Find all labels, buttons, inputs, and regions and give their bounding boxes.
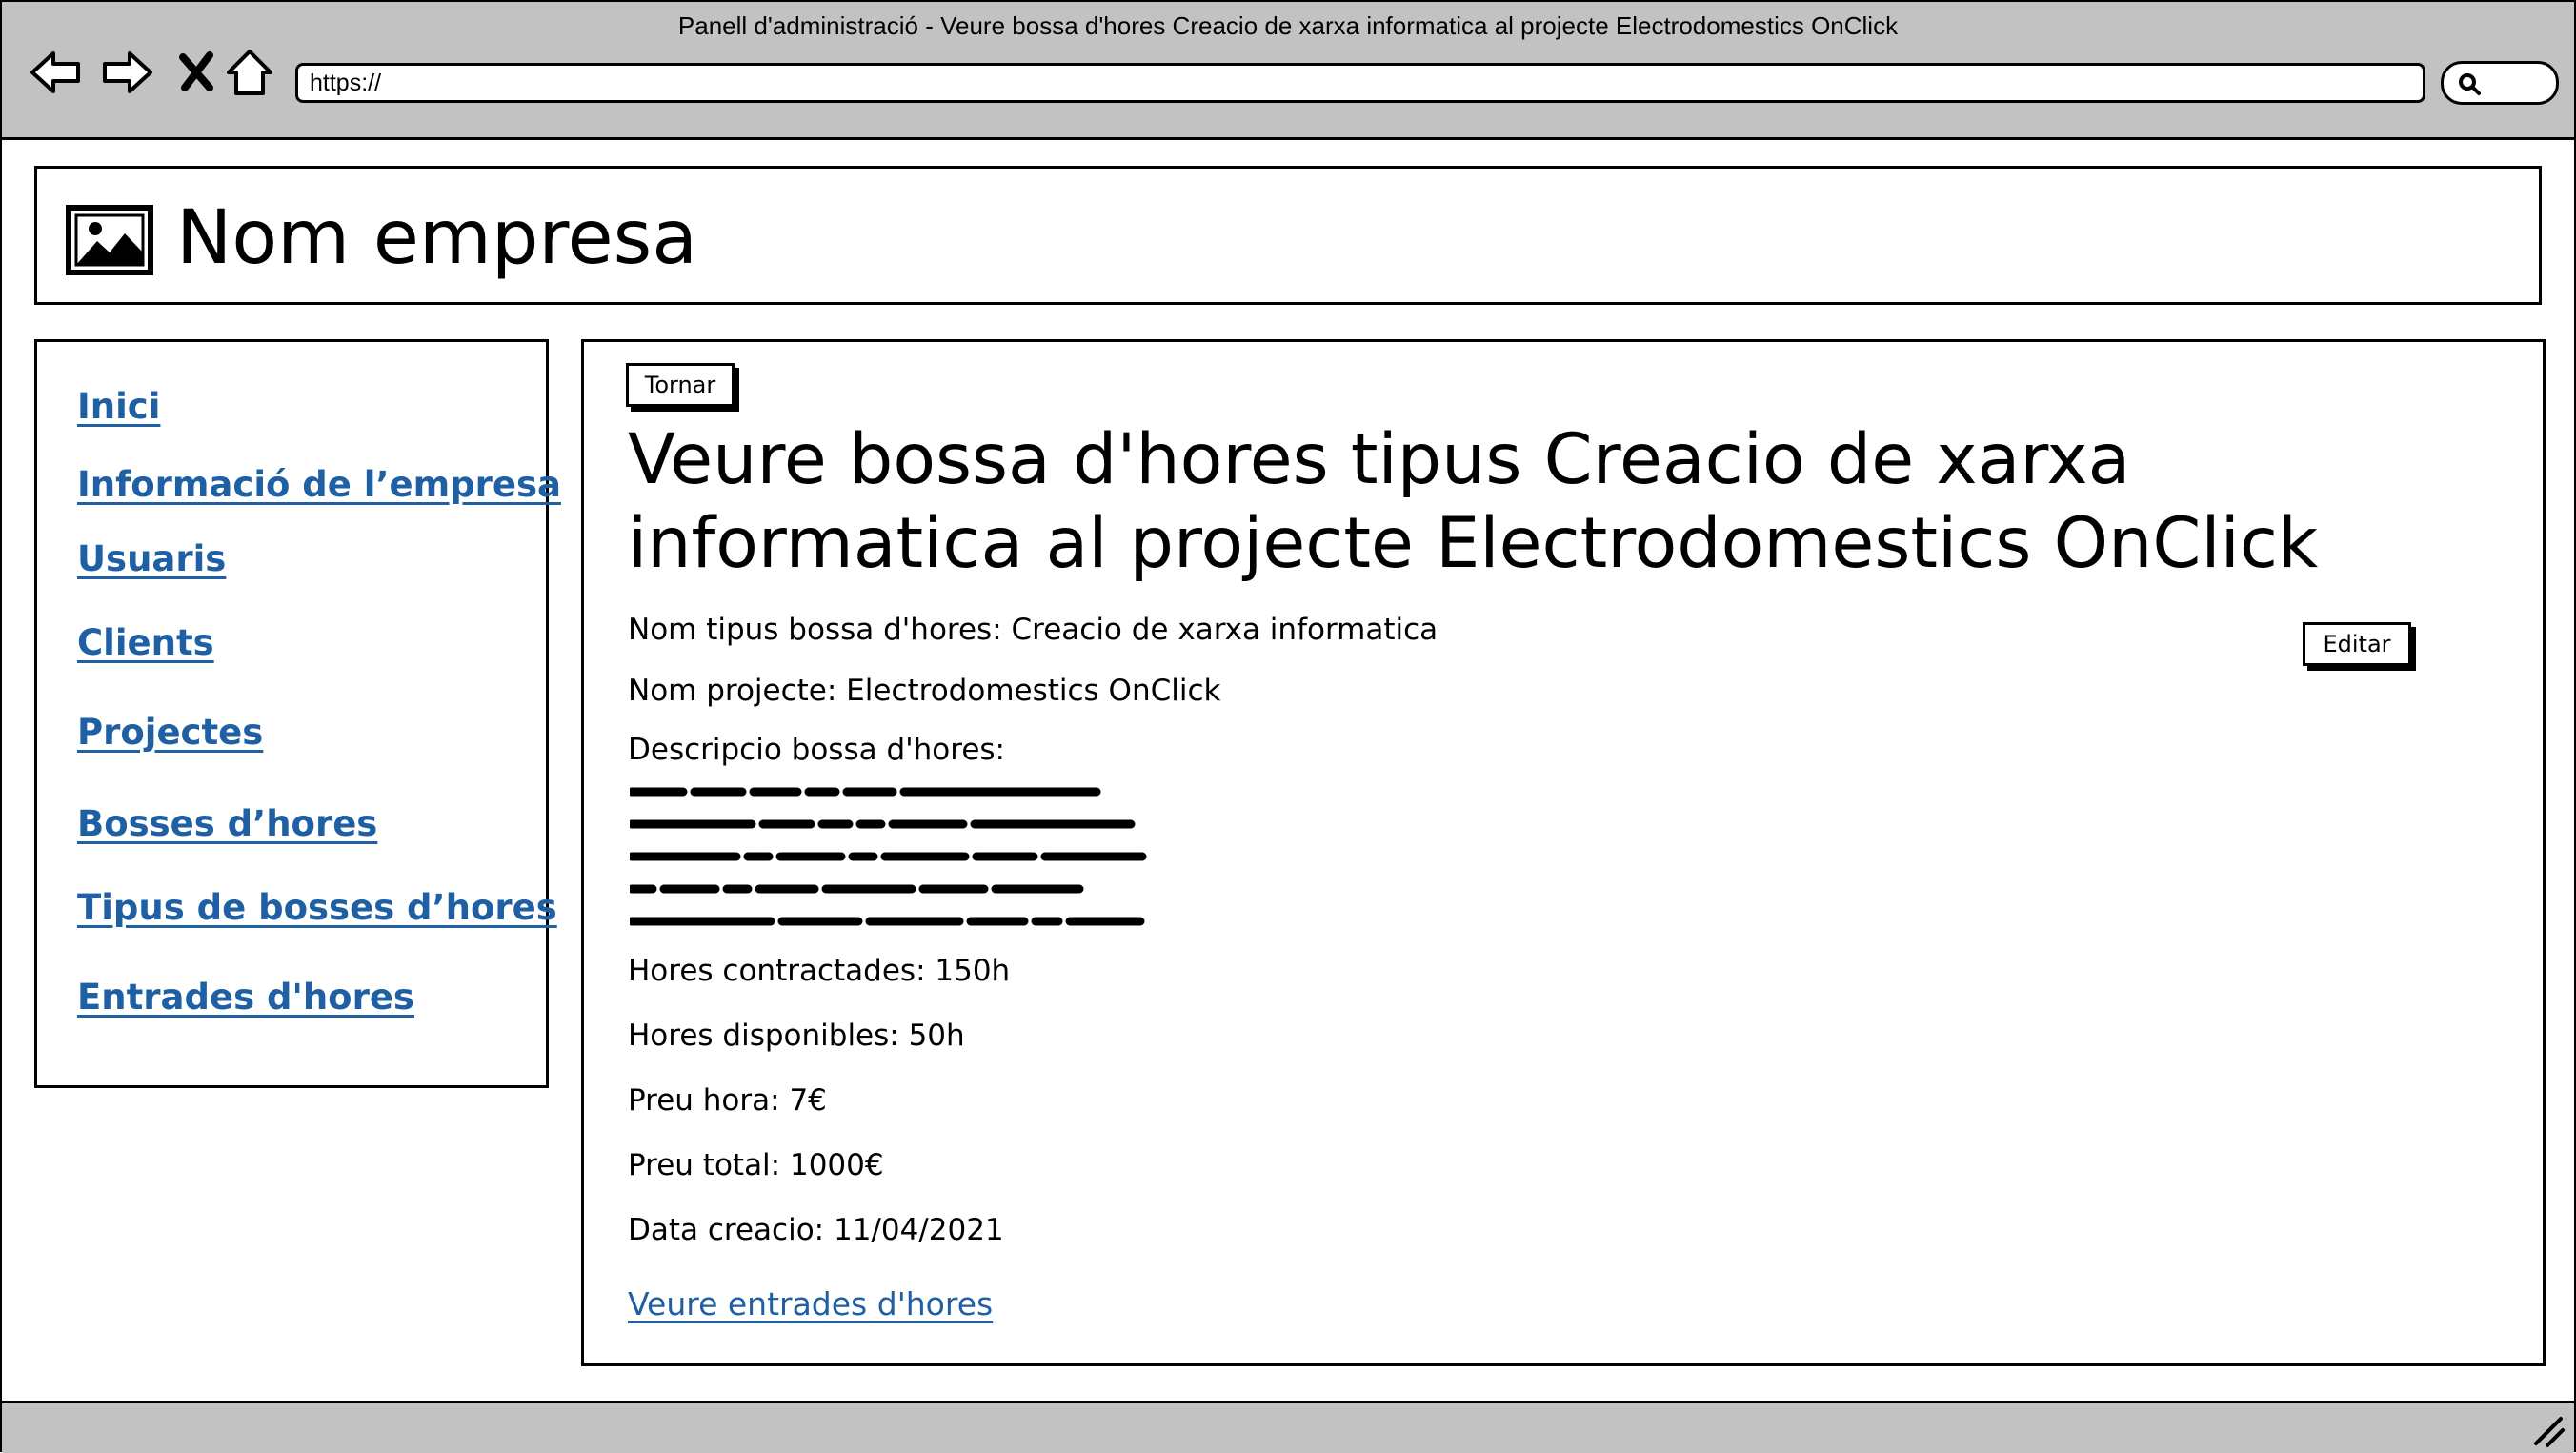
browser-window: Panell d'administració - Veure bossa d'h… (0, 0, 2576, 1453)
back-button[interactable]: Tornar (626, 363, 735, 407)
sidebar-item-bosses-hores[interactable]: Bosses d’hores (77, 803, 377, 844)
field-preu-total: Preu total: 1000€ (628, 1148, 884, 1182)
sidebar-nav: Inici Informació de l’empresa Usuaris Cl… (34, 339, 561, 1088)
field-tipus-bossa: Nom tipus bossa d'hores: Creacio de xarx… (628, 613, 1439, 647)
sidebar-item-entrades-hores[interactable]: Entrades d'hores (77, 977, 414, 1018)
search-input[interactable] (2441, 61, 2559, 105)
forward-arrow-icon[interactable] (99, 44, 156, 101)
field-hores-disponibles: Hores disponibles: 50h (628, 1019, 965, 1053)
view-hour-entries-link[interactable]: Veure entrades d'hores (628, 1285, 993, 1322)
field-descripcio-label: Descripcio bossa d'hores: (628, 733, 1005, 767)
field-data-creacio: Data creacio: 11/04/2021 (628, 1213, 1004, 1247)
page-title: Veure bossa d'hores tipus Creacio de xar… (628, 419, 2319, 584)
company-name: Nom empresa (176, 195, 698, 281)
field-hores-contractades: Hores contractades: 150h (628, 954, 1011, 988)
description-placeholder-text (630, 787, 1147, 926)
home-icon[interactable] (221, 44, 278, 101)
url-input[interactable]: https:// (295, 63, 2425, 103)
field-projecte: Nom projecte: Electrodomestics OnClick (628, 674, 1221, 708)
sidebar-item-usuaris[interactable]: Usuaris (77, 538, 226, 579)
resize-grip-icon[interactable] (2528, 1411, 2566, 1449)
edit-button[interactable]: Editar (2303, 622, 2411, 666)
field-preu-hora: Preu hora: 7€ (628, 1083, 827, 1118)
main-content: Tornar Veure bossa d'hores tipus Creacio… (581, 339, 2546, 1366)
image-placeholder-icon (66, 205, 153, 275)
sidebar-item-projectes[interactable]: Projectes (77, 712, 263, 753)
sidebar-item-informacio-empresa[interactable]: Informació de l’empresa (77, 464, 561, 505)
sidebar-item-tipus-bosses[interactable]: Tipus de bosses d’hores (77, 887, 557, 928)
browser-toolbar: Panell d'administració - Veure bossa d'h… (2, 2, 2574, 140)
back-arrow-icon[interactable] (27, 44, 84, 101)
sidebar-item-inici[interactable]: Inici (77, 386, 160, 427)
status-bar (2, 1401, 2574, 1453)
window-title: Panell d'administració - Veure bossa d'h… (677, 11, 1899, 40)
sidebar-item-clients[interactable]: Clients (77, 622, 214, 663)
close-icon[interactable] (170, 44, 227, 101)
site-header: Nom empresa (34, 166, 2542, 305)
search-icon (2459, 73, 2481, 95)
